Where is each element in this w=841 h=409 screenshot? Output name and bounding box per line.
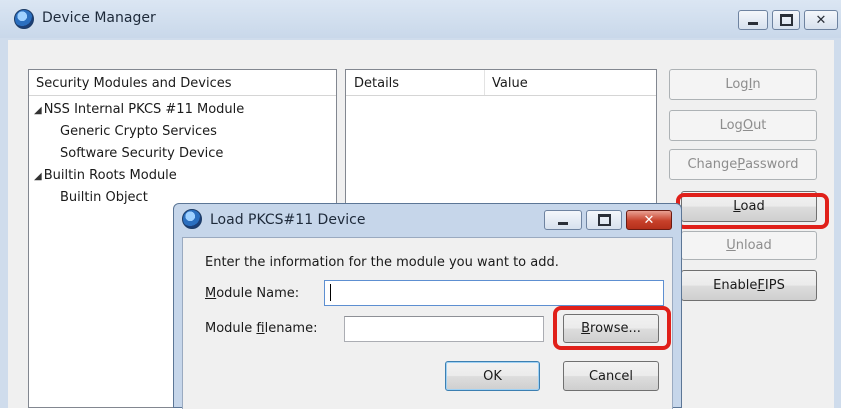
access-key: f — [256, 321, 265, 336]
button-label: Log — [725, 77, 749, 92]
tree-list: ◢ NSS Internal PKCS #11 Module Generic Cr… — [34, 99, 244, 209]
access-key: F — [757, 278, 765, 293]
dialog-close-button[interactable]: ✕ — [626, 210, 672, 230]
button-label: IPS — [764, 278, 785, 293]
log-in-button[interactable]: Log In — [669, 69, 817, 100]
module-filename-input[interactable] — [344, 316, 544, 342]
tree-column-header[interactable]: Security Modules and Devices — [29, 70, 336, 96]
tree-item-nss-internal[interactable]: ◢ NSS Internal PKCS #11 Module — [34, 99, 244, 121]
module-name-input[interactable] — [324, 280, 664, 306]
column-separator[interactable] — [484, 70, 485, 95]
maximize-button[interactable] — [772, 10, 800, 30]
tree-item-label: Builtin Roots Module — [43, 168, 177, 183]
minimize-icon — [558, 221, 568, 225]
unload-button[interactable]: Unload — [681, 231, 817, 260]
close-icon: ✕ — [643, 212, 655, 228]
dialog-instruction: Enter the information for the module you… — [205, 255, 559, 270]
button-label: n — [752, 77, 761, 92]
load-pkcs11-dialog: Load PKCS#11 Device ✕ Enter the informat… — [173, 203, 682, 409]
enable-fips-button[interactable]: Enable F IPS — [681, 270, 817, 301]
dialog-title: Load PKCS#11 Device — [210, 212, 366, 228]
dialog-minimize-button[interactable] — [544, 210, 582, 230]
title-bar[interactable]: Device Manager ✕ — [0, 0, 841, 38]
change-password-button[interactable]: Change Password — [669, 149, 817, 180]
label-text: Module — [205, 321, 257, 336]
details-header-row: Details Value — [346, 70, 656, 96]
access-key: U — [726, 238, 736, 253]
column-header-value[interactable]: Value — [492, 76, 528, 91]
button-label: Change — [687, 157, 738, 172]
column-header-details[interactable]: Details — [354, 76, 399, 91]
tree-item-generic-crypto[interactable]: Generic Crypto Services — [34, 121, 244, 143]
module-filename-label: Module filename: — [205, 321, 317, 336]
tree-item-label: Generic Crypto Services — [60, 124, 217, 139]
dialog-title-bar[interactable]: Load PKCS#11 Device ✕ — [174, 204, 681, 236]
module-name-label: Module Name: — [205, 286, 299, 301]
minimize-icon — [748, 21, 758, 25]
minimize-button[interactable] — [738, 10, 768, 30]
button-label: Enable — [713, 278, 758, 293]
window-title: Device Manager — [42, 10, 156, 26]
tree-item-label: Builtin Object — [60, 190, 148, 205]
tree-item-label: Software Security Device — [60, 146, 224, 161]
button-label: nload — [735, 238, 772, 253]
access-key: M — [205, 286, 217, 301]
tree-item-software-security[interactable]: Software Security Device — [34, 143, 244, 165]
expanded-arrow-icon[interactable]: ◢ — [34, 105, 42, 116]
label-text: ilename: — [264, 321, 318, 336]
maximize-icon — [597, 214, 611, 226]
tree-item-label: NSS Internal PKCS #11 Module — [43, 102, 245, 117]
load-highlight-annotation — [676, 193, 829, 229]
tree-item-builtin-roots[interactable]: ◢ Builtin Roots Module — [34, 165, 244, 187]
label-text: odule Name: — [216, 286, 300, 301]
log-out-button[interactable]: Log Out — [669, 110, 817, 141]
cancel-button[interactable]: Cancel — [563, 361, 659, 391]
access-key: P — [737, 157, 746, 172]
browse-highlight-annotation — [553, 306, 671, 350]
access-key: O — [742, 118, 754, 133]
dialog-app-icon — [182, 209, 202, 229]
close-icon: ✕ — [815, 12, 827, 28]
button-label: assword — [745, 157, 799, 172]
button-label: ut — [753, 118, 767, 133]
close-button[interactable]: ✕ — [804, 10, 838, 30]
dialog-content: Enter the information for the module you… — [182, 237, 673, 409]
maximize-icon — [779, 14, 793, 26]
expanded-arrow-icon[interactable]: ◢ — [34, 171, 42, 182]
text-caret — [330, 284, 331, 301]
app-icon — [14, 9, 34, 29]
dialog-maximize-button[interactable] — [586, 210, 622, 230]
ok-button[interactable]: OK — [445, 361, 540, 391]
button-label: Log — [719, 118, 743, 133]
